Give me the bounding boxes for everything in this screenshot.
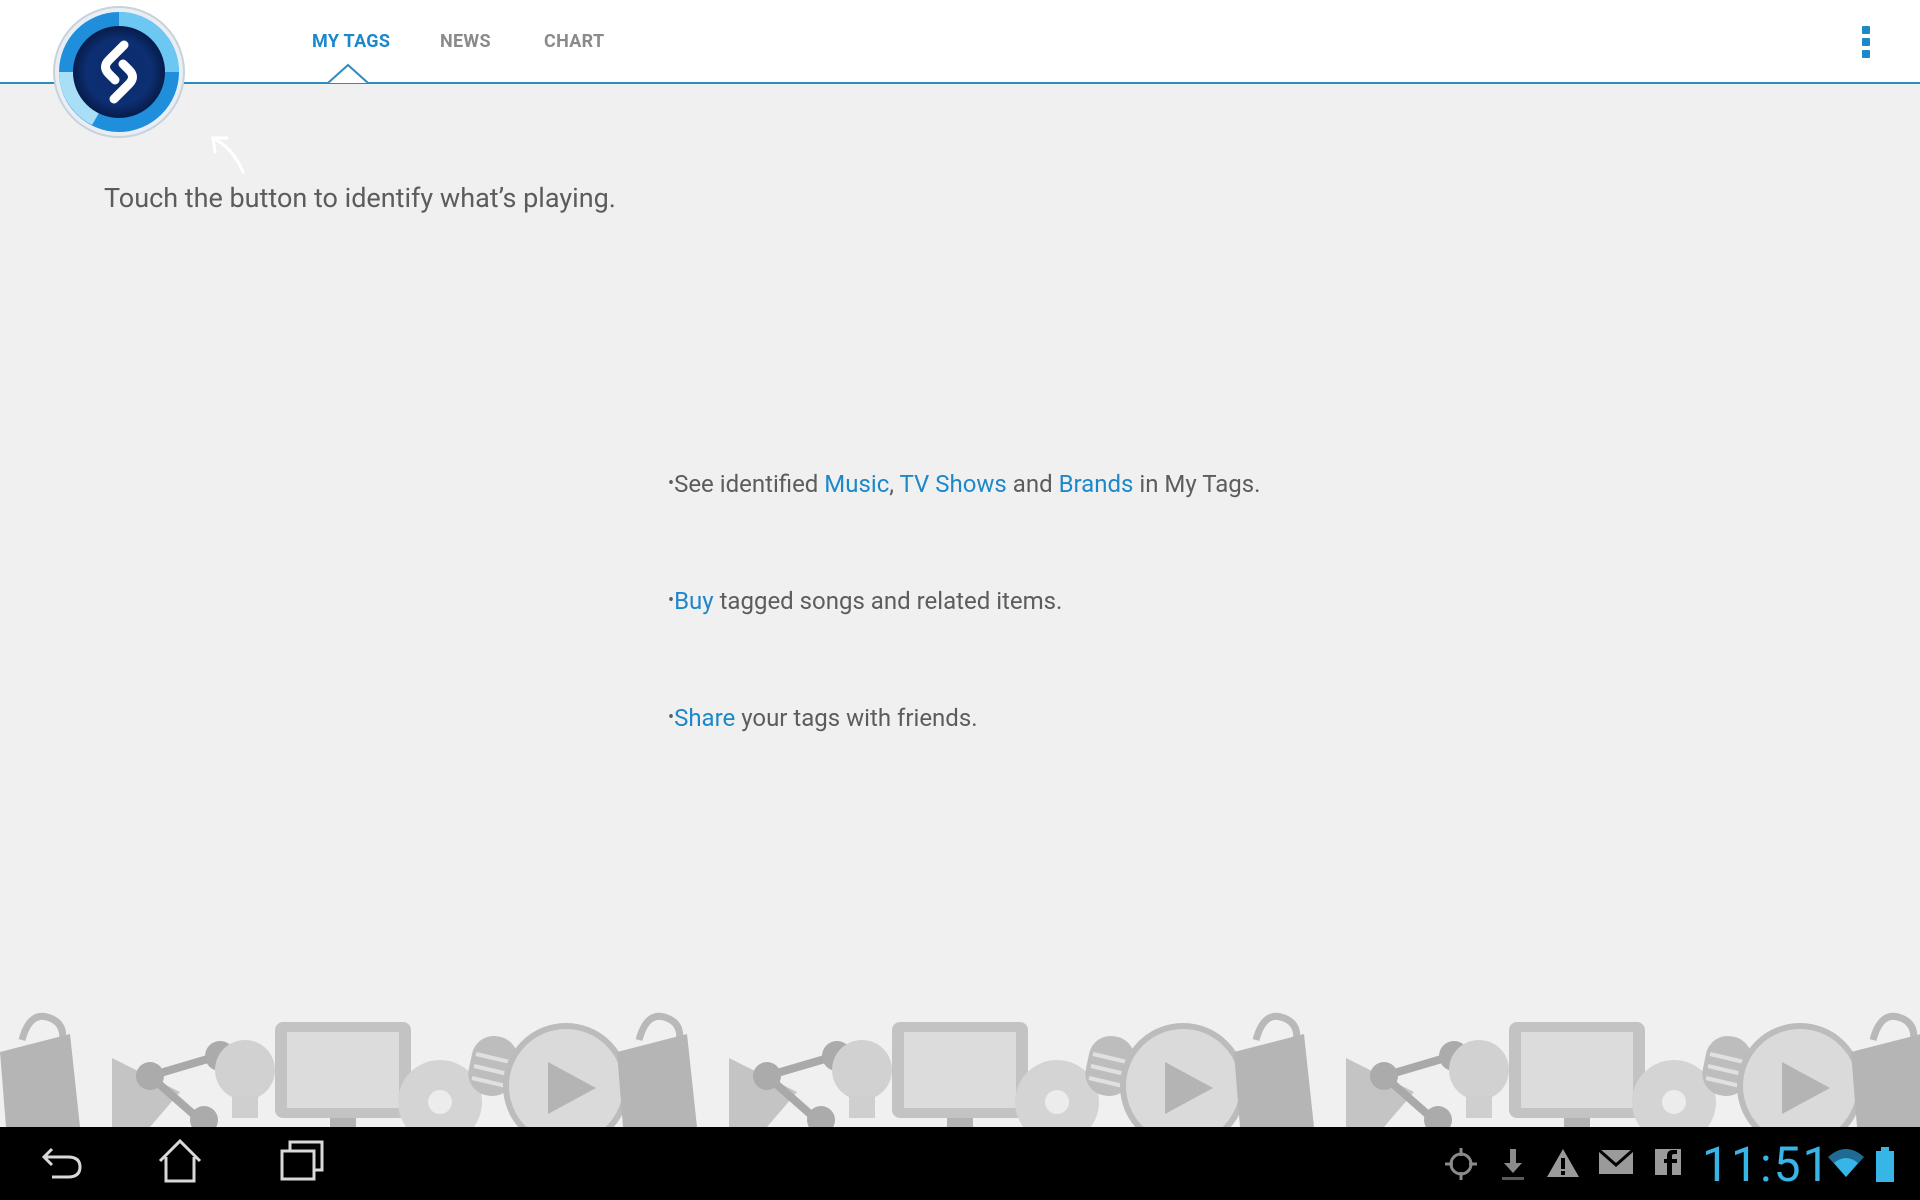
tv-shows-link[interactable]: TV Shows <box>899 470 1006 498</box>
active-tab-indicator <box>328 63 368 83</box>
gmail-icon <box>1598 1148 1634 1174</box>
tab-chart[interactable]: CHART <box>544 31 604 52</box>
media-icons-banner <box>0 1010 1920 1127</box>
feature-identified: •See identified Music, TV Shows and Bran… <box>668 470 1261 498</box>
wifi-icon <box>1828 1149 1864 1177</box>
hint-text: Touch the button to identify what’s play… <box>104 182 616 214</box>
facebook-icon <box>1655 1149 1681 1175</box>
warning-icon <box>1547 1149 1579 1177</box>
buy-link[interactable]: Buy <box>674 587 714 615</box>
share-link[interactable]: Share <box>674 704 735 732</box>
shazam-button[interactable] <box>52 5 186 139</box>
back-icon[interactable] <box>38 1137 84 1183</box>
system-bar: 11:51 <box>0 1127 1920 1200</box>
overflow-menu-icon[interactable] <box>1860 26 1872 58</box>
hint-arrow-icon <box>211 136 245 174</box>
clock: 11:51 <box>1702 1136 1832 1193</box>
tab-my-tags[interactable]: MY TAGS <box>312 31 390 52</box>
battery-icon <box>1876 1147 1894 1182</box>
feature-buy: •Buy tagged songs and related items. <box>668 587 1063 615</box>
home-icon[interactable] <box>156 1137 204 1185</box>
gps-icon <box>1445 1148 1477 1180</box>
music-link[interactable]: Music <box>824 470 889 498</box>
feature-share: •Share your tags with friends. <box>668 704 978 732</box>
tab-news[interactable]: NEWS <box>440 31 491 52</box>
action-bar: MY TAGS NEWS CHART <box>0 0 1920 84</box>
recent-apps-icon[interactable] <box>278 1137 326 1183</box>
brands-link[interactable]: Brands <box>1059 470 1134 498</box>
download-icon <box>1502 1149 1524 1180</box>
